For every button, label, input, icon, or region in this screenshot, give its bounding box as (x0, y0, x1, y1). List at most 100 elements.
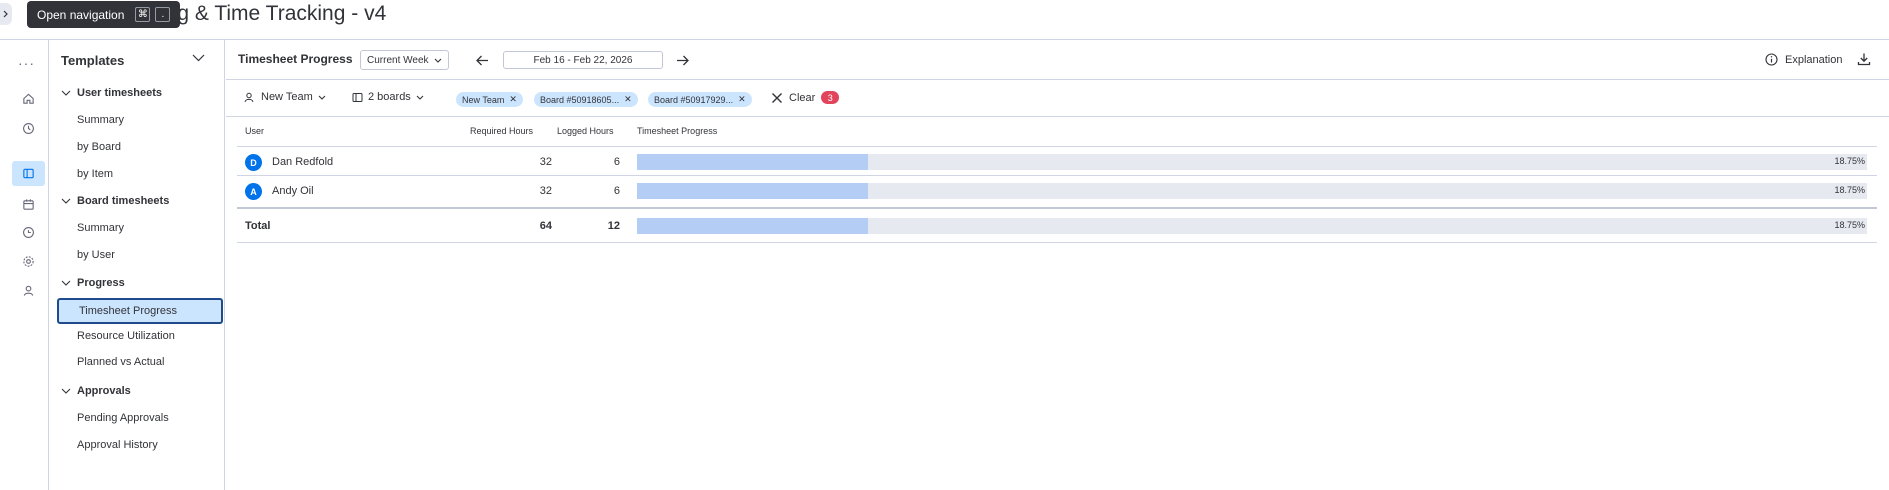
arrow-left-icon (475, 55, 488, 65)
total-required-hours: 64 (539, 220, 552, 232)
required-hours: 32 (539, 185, 552, 197)
more-icon[interactable]: ··· (18, 55, 35, 71)
progress-bar: 18.75% (637, 218, 1867, 234)
main-content: Timesheet Progress Current Week Feb 16 -… (226, 40, 1889, 490)
sidebar-item-planned-vs-actual[interactable]: Planned vs Actual (77, 356, 164, 368)
previous-week-button[interactable] (473, 51, 491, 69)
shortcut-key: . (155, 7, 171, 22)
icon-rail: ··· (8, 40, 49, 490)
table-header: User Required Hours Logged Hours Timeshe… (237, 126, 1877, 146)
remove-chip-icon[interactable]: ✕ (738, 94, 746, 105)
section-progress[interactable]: Progress (61, 277, 125, 289)
chip-label: New Team (462, 94, 505, 105)
user-icon[interactable] (18, 280, 39, 301)
sidebar-item-pending-approvals[interactable]: Pending Approvals (77, 412, 169, 424)
boards-filter-dropdown[interactable]: 2 boards (352, 91, 424, 103)
user-name: Andy Oil (272, 185, 314, 197)
table-row[interactable]: D Dan Redfold 32 6 18.75% (237, 146, 1877, 175)
team-icon (244, 92, 254, 102)
section-user-timesheets[interactable]: User timesheets (61, 87, 162, 99)
chevron-down-icon (61, 90, 71, 96)
sidebar-item-board-summary[interactable]: Summary (77, 222, 124, 234)
shortcut-key: ⌘ (135, 7, 151, 22)
history-icon[interactable] (18, 222, 39, 243)
next-week-button[interactable] (673, 51, 691, 69)
avatar: A (245, 183, 262, 200)
templates-sidebar: Templates User timesheets Summary by Boa… (49, 40, 225, 490)
navigation-tooltip: Open navigation ⌘ . (27, 1, 181, 28)
calendar-icon[interactable] (18, 194, 39, 215)
remove-chip-icon[interactable]: ✕ (624, 94, 632, 105)
sidebar-item-user-by-board[interactable]: by Board (77, 141, 121, 153)
sidebar-item-user-summary[interactable]: Summary (77, 114, 124, 126)
period-dropdown[interactable]: Current Week (360, 50, 449, 70)
filter-bar: New Team 2 boards New Team ✕ Board #5091… (226, 80, 1889, 117)
progress-percent: 18.75% (1834, 156, 1865, 166)
progress-bar-fill (637, 183, 868, 199)
filter-chip-board: Board #50918605... ✕ (534, 92, 638, 107)
timesheet-view-icon[interactable] (12, 161, 45, 186)
clock-icon[interactable] (18, 118, 39, 139)
filter-chip-board: Board #50917929... ✕ (648, 92, 752, 107)
total-row: Total 64 12 18.75% (237, 207, 1877, 243)
sidebar-item-timesheet-progress[interactable]: Timesheet Progress (57, 298, 223, 324)
column-header-logged-hours: Logged Hours (557, 126, 614, 136)
progress-bar-fill (637, 154, 868, 170)
total-logged-hours: 12 (607, 220, 620, 232)
sidebar-item-approval-history[interactable]: Approval History (77, 439, 158, 451)
remove-chip-icon[interactable]: ✕ (509, 94, 517, 105)
clear-label: Clear (789, 91, 816, 104)
sidebar-item-user-by-item[interactable]: by Item (77, 168, 113, 180)
progress-bar: 18.75% (637, 154, 1867, 170)
chevron-right-icon (3, 10, 8, 18)
close-icon (772, 92, 782, 103)
chevron-down-icon (318, 95, 326, 100)
section-label: User timesheets (77, 87, 162, 99)
explanation-label: Explanation (1785, 53, 1843, 66)
collapse-sidebar-icon[interactable] (192, 54, 205, 62)
team-filter-dropdown[interactable]: New Team (244, 91, 326, 103)
boards-filter-label: 2 boards (368, 91, 411, 103)
column-header-timesheet-progress: Timesheet Progress (637, 126, 718, 136)
clear-filters-button[interactable]: Clear 3 (771, 91, 840, 104)
gear-icon[interactable] (18, 251, 39, 272)
logged-hours: 6 (613, 156, 620, 168)
progress-bar: 18.75% (637, 183, 1867, 199)
sidebar-item-resource-utilization[interactable]: Resource Utilization (77, 330, 175, 342)
period-label: Current Week (367, 54, 429, 66)
chevron-down-icon (61, 280, 71, 286)
section-approvals[interactable]: Approvals (61, 385, 131, 397)
logged-hours: 6 (613, 185, 620, 197)
section-label: Approvals (77, 385, 131, 397)
column-header-user: User (245, 126, 265, 136)
sidebar-item-board-by-user[interactable]: by User (77, 249, 115, 261)
open-navigation-button[interactable] (0, 3, 12, 25)
progress-bar-fill (637, 218, 868, 234)
page-title: Timesheet Progress (238, 52, 353, 66)
chevron-down-icon (61, 198, 71, 204)
chevron-down-icon (61, 388, 71, 394)
total-label: Total (245, 220, 271, 232)
date-range-field[interactable]: Feb 16 - Feb 22, 2026 (503, 51, 663, 69)
section-board-timesheets[interactable]: Board timesheets (61, 195, 169, 207)
chevron-down-icon (434, 58, 441, 63)
filter-count-badge: 3 (821, 91, 840, 104)
top-bar: ing & Time Tracking - v4 Open navigation… (0, 0, 1889, 40)
chevron-down-icon (416, 95, 424, 100)
progress-percent: 18.75% (1834, 185, 1865, 195)
explanation-button[interactable]: Explanation (1765, 53, 1843, 66)
chip-label: Board #50918605... (540, 94, 620, 105)
arrow-right-icon (676, 55, 689, 65)
table-row[interactable]: A Andy Oil 32 6 18.75% (237, 175, 1877, 204)
board-icon (352, 92, 363, 102)
team-filter-label: New Team (261, 91, 313, 103)
avatar: D (245, 154, 262, 171)
info-icon (1765, 53, 1778, 66)
section-label: Progress (77, 277, 125, 289)
app-title: ing & Time Tracking - v4 (161, 2, 387, 25)
user-name: Dan Redfold (272, 156, 334, 168)
filter-chip-team: New Team ✕ (456, 92, 523, 107)
tooltip-text: Open navigation (37, 7, 125, 22)
download-icon[interactable] (1857, 52, 1871, 66)
home-icon[interactable] (18, 88, 39, 109)
